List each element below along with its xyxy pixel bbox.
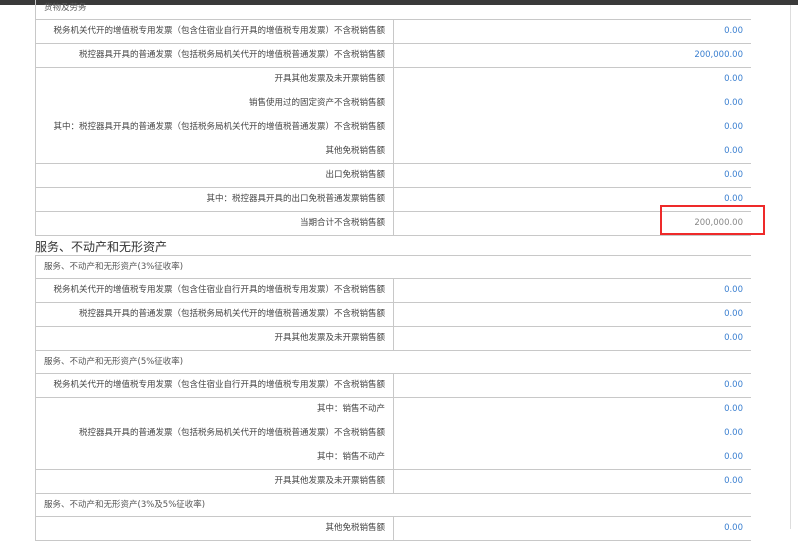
row-value[interactable]: 0.00 xyxy=(394,140,751,163)
row-value[interactable]: 0.00 xyxy=(394,279,751,302)
table-row: 出口免税销售额 0.00 xyxy=(35,164,751,188)
row-value[interactable]: 0.00 xyxy=(394,446,751,469)
row-label: 税务机关代开的增值税专用发票（包含住宿业自行开具的增值税专用发票）不含税销售额 xyxy=(36,374,394,397)
row-value[interactable]: 0.00 xyxy=(394,164,751,187)
table-row: 税务机关代开的增值税专用发票（包含住宿业自行开具的增值税专用发票）不含税销售额 0… xyxy=(35,279,751,303)
row-label: 其中：税控器具开具的普通发票（包括税务局机关代开的增值税普通发票）不含税销售额 xyxy=(36,116,394,140)
row-value[interactable]: 0.00 xyxy=(394,92,751,116)
table-row: 其中：销售不动产 0.00 xyxy=(35,398,751,422)
row-value[interactable]: 0.00 xyxy=(394,422,751,446)
row-label: 开具其他发票及未开票销售额 xyxy=(36,68,394,92)
row-value[interactable]: 0.00 xyxy=(394,20,751,43)
row-value[interactable]: 0.00 xyxy=(394,327,751,350)
table-row: 税控器具开具的普通发票（包括税务局机关代开的增值税普通发票）不含税销售额 200,… xyxy=(35,44,751,68)
table-row: 其中：税控器具开具的出口免税普通发票销售额 0.00 xyxy=(35,188,751,212)
row-label: 税控器具开具的普通发票（包括税务局机关代开的增值税普通发票）不含税销售额 xyxy=(36,44,394,67)
row-label: 开具其他发票及未开票销售额 xyxy=(36,327,394,350)
row-value[interactable]: 200,000.00 xyxy=(394,44,751,67)
table-row: 税务机关代开的增值税专用发票（包含住宿业自行开具的增值税专用发票）不含税销售额 0… xyxy=(35,374,751,398)
goods-section: 货物及劳务 税务机关代开的增值税专用发票（包含住宿业自行开具的增值税专用发票）不… xyxy=(35,0,751,236)
table-row: 税务机关代开的增值税专用发票（包含住宿业自行开具的增值税专用发票）不含税销售额 0… xyxy=(35,20,751,44)
table-row: 开具其他发票及未开票销售额 0.00 xyxy=(35,327,751,351)
row-label: 出口免税销售额 xyxy=(36,164,394,187)
row-label: 税控器具开具的普通发票（包括税务局机关代开的增值税普通发票）不含税销售额 xyxy=(36,303,394,326)
table-row: 其中：税控器具开具的普通发票（包括税务局机关代开的增值税普通发票）不含税销售额 0… xyxy=(35,116,751,140)
row-label: 税务机关代开的增值税专用发票（包含住宿业自行开具的增值税专用发票）不含税销售额 xyxy=(36,279,394,302)
total-row: 当期合计不含税销售额 200,000.00 xyxy=(35,212,751,236)
row-label: 税务机关代开的增值税专用发票（包含住宿业自行开具的增值税专用发票）不含税销售额 xyxy=(36,20,394,43)
services-section: 服务、不动产和无形资产 服务、不动产和无形资产(3%征收率) 税务机关代开的增值… xyxy=(35,236,751,541)
group-header: 服务、不动产和无形资产(3%及5%征收率) xyxy=(35,494,751,517)
table-row: 销售使用过的固定资产不含税销售额 0.00 xyxy=(35,92,751,116)
row-label: 其中：销售不动产 xyxy=(36,446,394,469)
goods-header: 货物及劳务 xyxy=(35,0,751,20)
row-value[interactable]: 0.00 xyxy=(394,398,751,422)
row-label: 销售使用过的固定资产不含税销售额 xyxy=(36,92,394,116)
table-row: 其中：销售不动产 0.00 xyxy=(35,446,751,470)
row-value[interactable]: 0.00 xyxy=(394,116,751,140)
section-title: 服务、不动产和无形资产 xyxy=(35,236,751,256)
row-value[interactable]: 0.00 xyxy=(394,68,751,92)
table-row: 税控器具开具的普通发票（包括税务局机关代开的增值税普通发票）不含税销售额 0.00 xyxy=(35,422,751,446)
row-label: 其中：销售不动产 xyxy=(36,398,394,422)
row-value[interactable]: 0.00 xyxy=(394,303,751,326)
scrollbar-track[interactable] xyxy=(790,5,791,529)
row-label: 开具其他发票及未开票销售额 xyxy=(36,470,394,493)
row-value[interactable]: 0.00 xyxy=(394,374,751,397)
row-label: 税控器具开具的普通发票（包括税务局机关代开的增值税普通发票）不含税销售额 xyxy=(36,422,394,446)
row-label: 其中：税控器具开具的出口免税普通发票销售额 xyxy=(36,188,394,211)
table-row: 其他免税销售额 0.00 xyxy=(35,517,751,541)
table-row: 税控器具开具的普通发票（包括税务局机关代开的增值税普通发票）不含税销售额 0.00 xyxy=(35,303,751,327)
highlight-box xyxy=(660,205,765,235)
row-label: 其他免税销售额 xyxy=(36,140,394,163)
group-header: 服务、不动产和无形资产(5%征收率) xyxy=(35,351,751,374)
row-label: 当期合计不含税销售额 xyxy=(36,212,394,235)
table-row: 其他免税销售额 0.00 xyxy=(35,140,751,164)
table-row: 开具其他发票及未开票销售额 0.00 xyxy=(35,470,751,494)
row-value[interactable]: 0.00 xyxy=(394,470,751,493)
table-row: 开具其他发票及未开票销售额 0.00 xyxy=(35,68,751,92)
group-header: 服务、不动产和无形资产(3%征收率) xyxy=(35,256,751,279)
